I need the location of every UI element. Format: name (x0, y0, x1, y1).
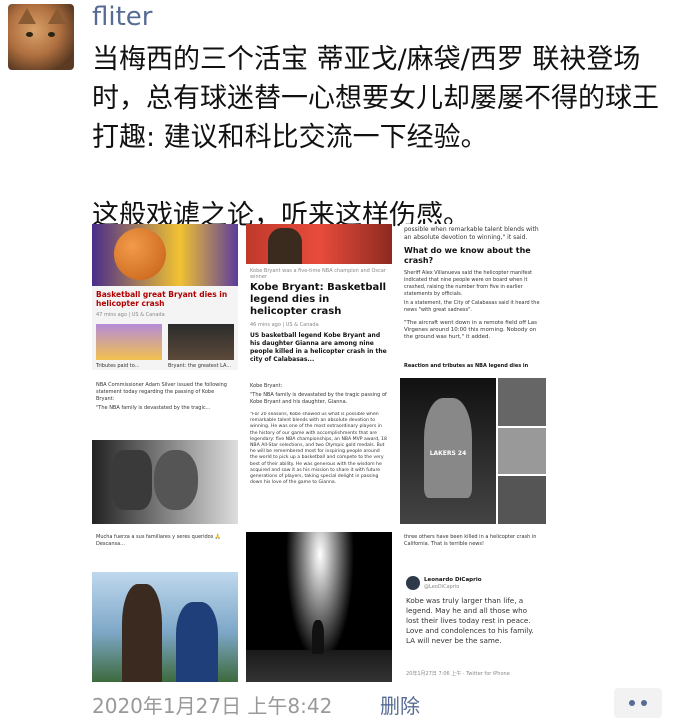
cat-ear-left (18, 8, 36, 24)
player-silhouette (424, 398, 472, 498)
lone-figure (312, 620, 324, 654)
body3: In a statement, the City of Calabasas sa… (404, 300, 540, 313)
para2: "For 20 seasons, Kobe showed us what is … (250, 412, 387, 486)
collage-side-3 (498, 476, 546, 524)
cat-eye-right (48, 32, 55, 37)
para1: "The NBA family is devastated by the tra… (250, 392, 387, 405)
image-tile-9[interactable]: three others have been killed in a helic… (400, 532, 546, 682)
image-tile-4[interactable]: NBA Commissioner Adam Silver issued the … (92, 378, 238, 524)
cat-eye-left (26, 32, 33, 37)
sub-left: Tributes paid to... (96, 363, 140, 369)
basketball-photo (92, 224, 238, 286)
collage-side-1 (498, 378, 546, 426)
post-timestamp: 2020年1月27日 上午8:42 (92, 694, 333, 718)
more-button[interactable] (614, 688, 662, 718)
tweet-handle: @LeoDiCaprio (424, 584, 460, 590)
sub-right: Bryant: the greatest LA... (168, 363, 232, 369)
caption: Kobe Bryant was a five-time NBA champion… (250, 268, 386, 280)
face-silhouette (154, 450, 198, 510)
headline: Basketball great Bryant dies in helicopt… (96, 290, 228, 308)
tweet-text: Kobe was truly larger than life, a legen… (406, 596, 534, 645)
body4: "The aircraft went down in a remote fiel… (404, 320, 538, 340)
court-floor (246, 650, 392, 682)
image-tile-5[interactable]: Kobe Bryant: "The NBA family is devastat… (246, 378, 392, 524)
image-tile-8[interactable] (246, 532, 392, 682)
portrait-icon (268, 228, 302, 264)
collage-main: LAKERS 24 (400, 378, 496, 524)
thumb-left (96, 324, 162, 360)
jersey-text: LAKERS 24 (429, 450, 467, 457)
basketball-icon (114, 228, 166, 280)
thumb-right (168, 324, 234, 360)
caption: Mucha fuerza a sus familiares y seres qu… (96, 534, 222, 547)
collage-side-2 (498, 428, 546, 474)
hand-silhouette (112, 450, 152, 510)
body: NBA Commissioner Adam Silver issued the … (96, 382, 227, 402)
tweet-meta: 20年1月27日 7:06 上午 · Twitter for iPhone (406, 671, 510, 677)
cat-ear-right (48, 8, 66, 24)
meta: 47 mins ago | US & Canada (96, 312, 165, 318)
image-tile-1[interactable]: Basketball great Bryant dies in helicopt… (92, 224, 238, 370)
image-tile-7[interactable]: Mucha fuerza a sus familiares y seres qu… (92, 532, 238, 682)
delete-button[interactable]: 删除 (380, 690, 420, 719)
bw-portrait (92, 440, 238, 524)
headline: Kobe Bryant: Basketball legend dies in h… (250, 282, 387, 317)
person-left (122, 584, 162, 682)
body: US basketball legend Kobe Bryant and his… (250, 332, 387, 363)
quote: "The NBA family is devastated by the tra… (96, 405, 211, 411)
kobe-photo (246, 224, 392, 264)
meta: 46 mins ago | US & Canada (250, 322, 319, 328)
top-text: three others have been killed in a helic… (404, 534, 537, 547)
image-tile-6[interactable]: LAKERS 24 (400, 378, 546, 524)
body1: possible when remarkable talent blends w… (404, 226, 539, 241)
heading: What do we know about the crash? (404, 246, 531, 265)
image-grid: Basketball great Bryant dies in helicopt… (92, 224, 546, 682)
image-tile-3[interactable]: possible when remarkable talent blends w… (400, 224, 546, 370)
user-avatar[interactable] (8, 4, 74, 70)
dot-icon (629, 700, 635, 706)
bullet: Reaction and tributes as NBA legend dies… (404, 363, 529, 369)
photo (92, 572, 238, 682)
tweet-name: Leonardo DiCaprio (424, 577, 482, 583)
image-tile-2[interactable]: Kobe Bryant was a five-time NBA champion… (246, 224, 392, 370)
post-text: 当梅西的三个活宝 蒂亚戈/麻袋/西罗 联袂登场时，总有球迷替一心想要女儿却屡屡不… (92, 44, 659, 231)
username[interactable]: fliter (92, 2, 152, 32)
person-right (176, 602, 218, 682)
dot-icon (641, 700, 647, 706)
author: Kobe Bryant: (250, 383, 283, 389)
tweet-avatar (406, 576, 420, 590)
body2: Sheriff Alex Villanueva said the helicop… (404, 270, 533, 297)
